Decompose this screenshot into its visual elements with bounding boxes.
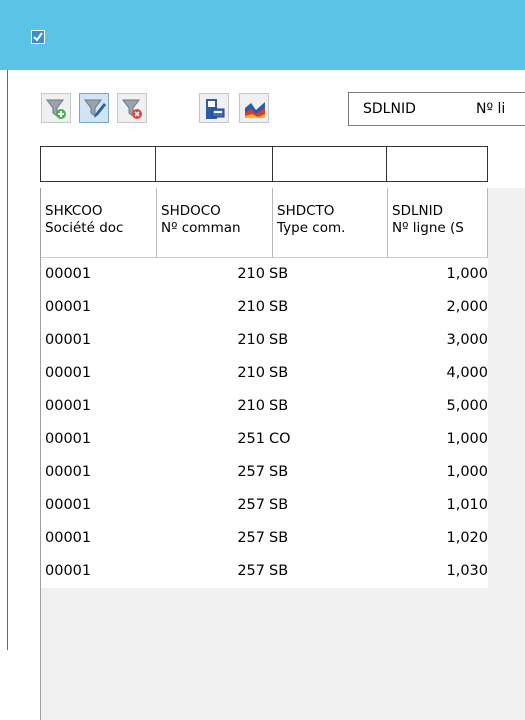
cell-shdcto: SB <box>269 332 289 348</box>
cell-shdoco: 257 <box>237 530 265 546</box>
table-row[interactable]: 00001 210 SB 3,000 <box>41 324 488 357</box>
combo-label: Nº li <box>476 101 506 117</box>
cell-shdcto: SB <box>269 299 289 315</box>
data-grid: SHKCOO Société doc SHDOCO Nº comman SHDC… <box>40 188 525 720</box>
cell-shkcoo: 00001 <box>45 464 92 480</box>
cell-shkcoo: 00001 <box>45 299 92 315</box>
cell-sdlnid: 1,000 <box>446 431 488 447</box>
cell-shkcoo: 00001 <box>45 530 92 546</box>
cell-shkcoo: 00001 <box>45 332 92 348</box>
cell-shdcto: SB <box>269 563 289 579</box>
cell-shdoco: 257 <box>237 497 265 513</box>
cell-shkcoo: 00001 <box>45 398 92 414</box>
cell-shdcto: SB <box>269 530 289 546</box>
column-header-shkcoo[interactable]: SHKCOO Société doc <box>41 188 157 258</box>
cell-shdcto: CO <box>269 431 291 447</box>
filter-input-sdlnid[interactable] <box>386 146 488 182</box>
column-label: Société doc <box>45 220 124 236</box>
column-label: Nº comman <box>161 220 241 236</box>
cell-sdlnid: 1,020 <box>446 530 488 546</box>
table-rows: 00001 210 SB 1,000 00001 210 SB 2,000 00… <box>41 258 488 588</box>
combo-code: SDLNID <box>363 101 416 117</box>
main-window: SDLNID Nº li SHKCOO Société doc SHDOCO N… <box>7 70 525 720</box>
cell-sdlnid: 1,030 <box>446 563 488 579</box>
cell-shdoco: 257 <box>237 563 265 579</box>
column-header-shdoco[interactable]: SHDOCO Nº comman <box>157 188 273 258</box>
cell-shdoco: 210 <box>237 266 265 282</box>
column-code: SHDCTO <box>277 203 335 219</box>
cell-shdcto: SB <box>269 365 289 381</box>
area-chart-icon <box>245 102 265 118</box>
checkbox-app-icon[interactable] <box>31 30 45 44</box>
cell-shdoco: 257 <box>237 464 265 480</box>
funnel-x-icon <box>122 99 142 119</box>
printer-icon <box>206 99 225 119</box>
cell-shkcoo: 00001 <box>45 497 92 513</box>
cell-sdlnid: 1,010 <box>446 497 488 513</box>
column-header-shdcto[interactable]: SHDCTO Type com. <box>273 188 388 258</box>
cell-shdoco: 210 <box>237 398 265 414</box>
cell-shdcto: SB <box>269 266 289 282</box>
cell-shdcto: SB <box>269 398 289 414</box>
cell-shkcoo: 00001 <box>45 266 92 282</box>
cell-shkcoo: 00001 <box>45 563 92 579</box>
filter-input-shkcoo[interactable] <box>40 146 156 182</box>
title-bar <box>0 0 525 70</box>
column-label: Type com. <box>277 220 346 236</box>
cell-shdoco: 210 <box>237 332 265 348</box>
cell-sdlnid: 5,000 <box>446 398 488 414</box>
cell-shdoco: 251 <box>237 431 265 447</box>
table-row[interactable]: 00001 210 SB 4,000 <box>41 357 488 390</box>
cell-shdoco: 210 <box>237 365 265 381</box>
add-filter-button[interactable] <box>41 93 71 123</box>
column-select-combo[interactable]: SDLNID Nº li <box>348 92 525 126</box>
cell-sdlnid: 1,000 <box>446 464 488 480</box>
cell-sdlnid: 2,000 <box>446 299 488 315</box>
filter-input-shdoco[interactable] <box>155 146 273 182</box>
table-row[interactable]: 00001 257 SB 1,020 <box>41 522 488 555</box>
column-code: SDLNID <box>392 203 443 219</box>
table-row[interactable]: 00001 210 SB 2,000 <box>41 291 488 324</box>
cell-shkcoo: 00001 <box>45 431 92 447</box>
table-row[interactable]: 00001 210 SB 1,000 <box>41 258 488 291</box>
funnel-pen-icon <box>84 99 106 118</box>
cell-shdcto: SB <box>269 497 289 513</box>
table-row[interactable]: 00001 210 SB 5,000 <box>41 390 488 423</box>
edit-filter-button[interactable] <box>79 93 109 123</box>
cell-sdlnid: 3,000 <box>446 332 488 348</box>
column-code: SHKCOO <box>45 203 103 219</box>
table-row[interactable]: 00001 257 SB 1,000 <box>41 456 488 489</box>
remove-filter-button[interactable] <box>117 93 147 123</box>
funnel-plus-icon <box>46 99 66 119</box>
cell-sdlnid: 1,000 <box>446 266 488 282</box>
cell-shdcto: SB <box>269 464 289 480</box>
table-row[interactable]: 00001 251 CO 1,000 <box>41 423 488 456</box>
print-button[interactable] <box>199 93 229 123</box>
cell-shkcoo: 00001 <box>45 365 92 381</box>
table-row[interactable]: 00001 257 SB 1,010 <box>41 489 488 522</box>
cell-shdoco: 210 <box>237 299 265 315</box>
cell-sdlnid: 4,000 <box>446 365 488 381</box>
column-header-sdlnid[interactable]: SDLNID Nº ligne (S <box>388 188 488 258</box>
column-label: Nº ligne (S <box>392 220 464 236</box>
table-row[interactable]: 00001 257 SB 1,030 <box>41 555 488 588</box>
column-code: SHDOCO <box>161 203 221 219</box>
filter-input-shdcto[interactable] <box>272 146 387 182</box>
chart-button[interactable] <box>239 93 269 123</box>
